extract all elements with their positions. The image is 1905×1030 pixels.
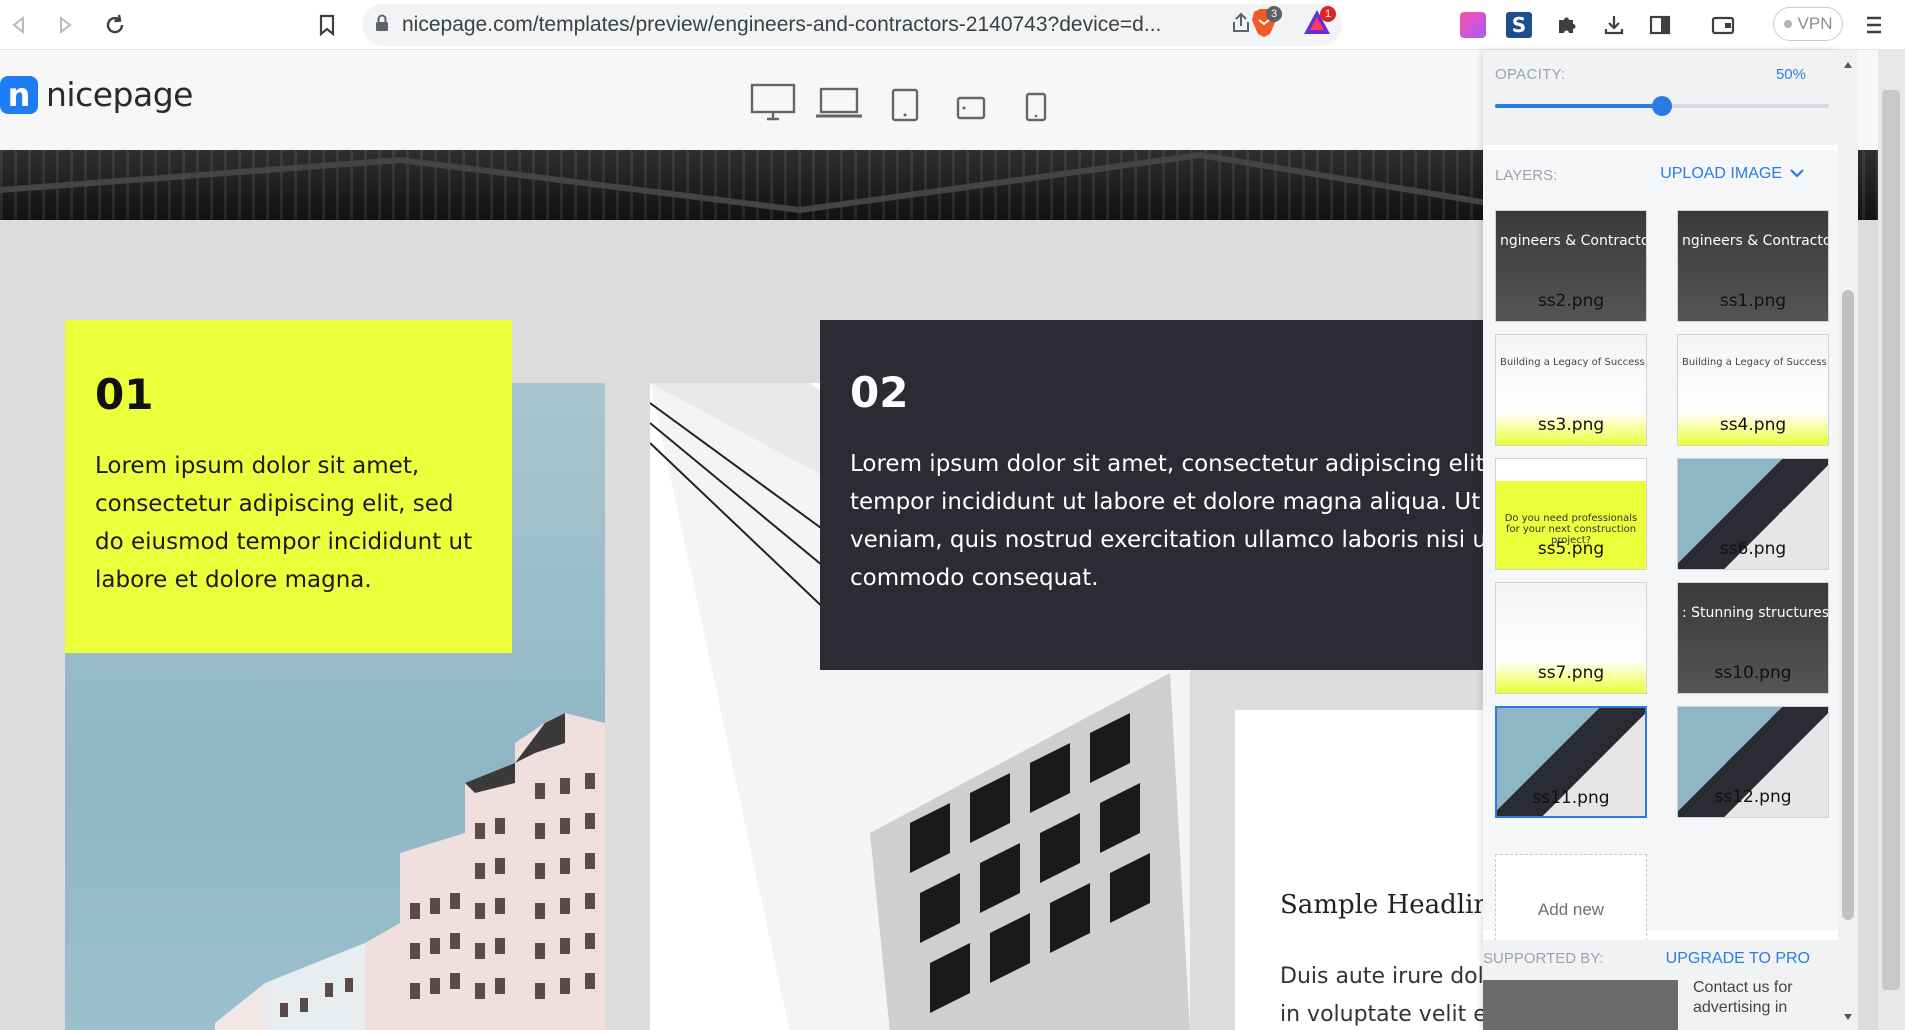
contact-advertising-text[interactable]: Contact us for advertising in — [1693, 978, 1823, 1018]
sidebar-icon[interactable] — [1643, 8, 1677, 42]
layer-thumbnail[interactable]: ngineers & Contractor ss2.png — [1495, 210, 1647, 322]
scroll-up-icon[interactable] — [1843, 56, 1853, 74]
layer-filename: ss3.png — [1537, 415, 1605, 435]
shields-count-badge: 3 — [1266, 6, 1282, 22]
layer-thumbnail[interactable]: ss12.png — [1677, 706, 1829, 818]
card-text-line: commodo consequat. — [850, 565, 1099, 591]
sample-headline: Sample Headline — [1280, 890, 1506, 920]
layer-thumbnail-caption: ngineers & Contractor — [1682, 233, 1828, 249]
nicepage-logo-mark: n — [0, 75, 38, 114]
download-icon[interactable] — [1597, 8, 1631, 42]
extensions-puzzle-icon[interactable] — [1550, 8, 1584, 42]
layer-filename: ss2.png — [1537, 291, 1605, 311]
layer-thumbnail-caption: : Stunning structures, sustainably built — [1682, 605, 1828, 621]
add-new-label: Add new — [1537, 900, 1605, 919]
layer-filename: ss12.png — [1714, 787, 1792, 807]
gradient-extension-icon[interactable] — [1456, 8, 1490, 42]
url-text[interactable]: nicepage.com/templates/preview/engineers… — [402, 13, 1222, 37]
layer-filename: ss1.png — [1719, 291, 1787, 311]
sample-text-line: in voluptate velit e — [1280, 1002, 1487, 1027]
layer-thumbnail[interactable]: ss7.png — [1495, 582, 1647, 694]
brave-rewards-icon[interactable]: 1 — [1302, 6, 1336, 38]
back-icon[interactable] — [2, 8, 36, 42]
layer-thumbnail[interactable]: ss6.png — [1677, 458, 1829, 570]
brave-shields-icon[interactable]: 3 — [1250, 6, 1282, 38]
layer-thumbnail[interactable]: Do you need professionals for your next … — [1495, 458, 1647, 570]
scroll-down-icon[interactable] — [1843, 1008, 1853, 1026]
forward-icon[interactable] — [48, 8, 82, 42]
feature-card-02: 02 Lorem ipsum dolor sit amet, consectet… — [820, 320, 1520, 670]
opacity-label: OPACITY: — [1495, 66, 1566, 83]
layer-filename: ss6.png — [1719, 539, 1787, 559]
opacity-value: 50% — [1775, 66, 1806, 83]
browser-toolbar: nicepage.com/templates/preview/engineers… — [0, 0, 1905, 50]
page-scrollbar-thumb[interactable] — [1882, 90, 1900, 990]
layer-thumbnail[interactable]: ngineers & Contractor ss1.png — [1677, 210, 1829, 322]
vpn-label: VPN — [1797, 14, 1833, 33]
layer-filename: ss7.png — [1537, 663, 1605, 683]
upload-image-button[interactable]: UPLOAD IMAGE — [1660, 165, 1804, 183]
nicepage-logo-text: nicepage — [46, 75, 193, 114]
opacity-slider-thumb[interactable] — [1652, 96, 1672, 116]
card-number: 01 — [95, 370, 154, 419]
opacity-section: OPACITY: 50% — [1483, 50, 1840, 145]
card-text: Lorem ipsum dolor sit amet, consectetur … — [95, 453, 473, 593]
reload-icon[interactable] — [98, 8, 132, 42]
laptop-icon[interactable] — [815, 87, 863, 124]
tablet-landscape-icon[interactable] — [956, 96, 986, 125]
layer-thumbnail[interactable]: : Stunning structures, sustainably built… — [1677, 582, 1829, 694]
chevron-down-icon — [1790, 165, 1804, 183]
layer-filename: ss5.png — [1537, 539, 1605, 559]
layers-label: LAYERS: — [1495, 167, 1558, 184]
phone-icon[interactable] — [1025, 92, 1047, 127]
layers-section: LAYERS: UPLOAD IMAGE ngineers & Contract… — [1483, 150, 1840, 966]
card-number: 02 — [850, 368, 909, 417]
vpn-button[interactable]: VPN — [1773, 7, 1843, 41]
layer-thumbnail[interactable]: ss11.png — [1495, 706, 1647, 818]
rewards-count-badge: 1 — [1320, 6, 1336, 22]
menu-icon[interactable] — [1857, 8, 1891, 42]
upload-image-label: UPLOAD IMAGE — [1660, 165, 1782, 182]
page-scrollbar[interactable] — [1878, 50, 1905, 1030]
ad-placeholder[interactable] — [1483, 980, 1678, 1030]
card-text: Lorem ipsum dolor sit amet, consectetur … — [850, 445, 1550, 597]
layer-thumbnail[interactable]: Building a Legacy of Success ss4.png — [1677, 334, 1829, 446]
card-text-line: veniam, quis nostrud exercitation ullamc… — [850, 527, 1518, 553]
s-extension-icon[interactable]: S — [1502, 8, 1536, 42]
panel-scrollbar-thumb[interactable] — [1842, 290, 1854, 920]
layer-thumbnail-caption: Building a Legacy of Success — [1682, 357, 1827, 368]
layer-thumbnail[interactable]: Building a Legacy of Success ss3.png — [1495, 334, 1647, 446]
layer-filename: ss10.png — [1714, 663, 1792, 683]
sample-text: Duis aute irure dol in voluptate velit e — [1280, 958, 1487, 1030]
supported-by-label: SUPPORTED BY: — [1483, 950, 1604, 967]
nicepage-logo[interactable]: n nicepage — [0, 75, 193, 114]
address-bar[interactable]: nicepage.com/templates/preview/engineers… — [362, 4, 1342, 46]
desktop-icon[interactable] — [750, 83, 796, 126]
vpn-status-dot — [1783, 20, 1792, 28]
opacity-slider-fill — [1495, 104, 1662, 108]
layer-thumbnail-caption: Building a Legacy of Success — [1500, 357, 1645, 368]
layer-filename: ss4.png — [1719, 415, 1787, 435]
overlay-panel: OPACITY: 50% LAYERS: UPLOAD IMAGE nginee… — [1483, 50, 1840, 1030]
feature-card-01: 01 Lorem ipsum dolor sit amet, consectet… — [65, 320, 512, 653]
panel-footer: SUPPORTED BY: UPGRADE TO PRO Contact us … — [1483, 940, 1840, 1030]
opacity-slider[interactable] — [1495, 96, 1829, 116]
layer-filename: ss11.png — [1532, 788, 1610, 808]
share-icon[interactable] — [1230, 12, 1252, 40]
upgrade-to-pro-link[interactable]: UPGRADE TO PRO — [1666, 950, 1810, 968]
layer-thumbnail-caption: ngineers & Contractor — [1500, 233, 1646, 249]
card-text-line: tempor incididunt ut labore et dolore ma… — [850, 489, 1517, 515]
tablet-icon[interactable] — [891, 88, 919, 127]
sample-text-line: Duis aute irure dol — [1280, 964, 1484, 989]
bookmark-icon[interactable] — [310, 8, 344, 42]
card-text-line: Lorem ipsum dolor sit amet, consectetur … — [850, 451, 1512, 477]
wallet-icon[interactable] — [1706, 8, 1740, 42]
lock-icon — [362, 14, 402, 37]
panel-scrollbar[interactable] — [1838, 50, 1858, 1030]
